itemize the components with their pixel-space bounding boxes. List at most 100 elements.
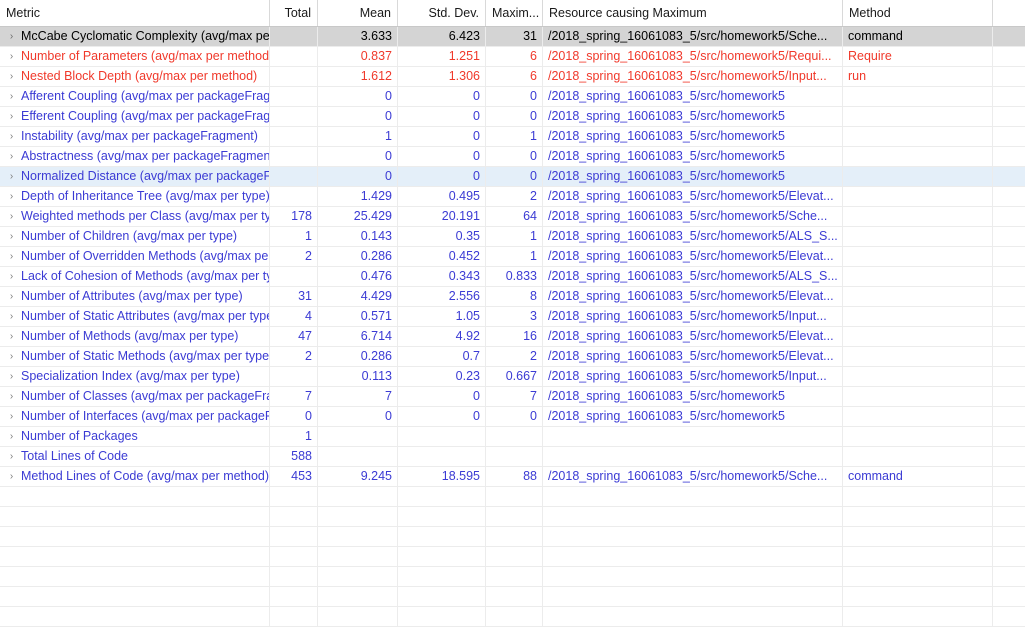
- table-row[interactable]: › Abstractness (avg/max per packageFragme…: [0, 147, 1025, 167]
- table-row-empty[interactable]: [0, 487, 1025, 507]
- cell-mean: 0.571: [318, 307, 398, 326]
- metric-name-cell: › Number of Methods (avg/max per type): [0, 327, 270, 346]
- table-row[interactable]: › Number of Classes (avg/max per packageF…: [0, 387, 1025, 407]
- table-row-empty[interactable]: [0, 507, 1025, 527]
- metric-label: Weighted methods per Class (avg/max per …: [21, 209, 270, 223]
- table-row[interactable]: › Efferent Coupling (avg/max per packageF…: [0, 107, 1025, 127]
- cell-method: [843, 267, 993, 286]
- chevron-right-icon[interactable]: ›: [5, 347, 18, 366]
- cell-max: 64: [486, 207, 543, 226]
- row-filler: [993, 607, 1025, 626]
- table-row-empty[interactable]: [0, 587, 1025, 607]
- table-row[interactable]: › Lack of Cohesion of Methods (avg/max pe…: [0, 267, 1025, 287]
- table-row[interactable]: › Number of Parameters (avg/max per metho…: [0, 47, 1025, 67]
- table-row-empty[interactable]: [0, 547, 1025, 567]
- column-header-method[interactable]: Method: [843, 0, 993, 26]
- cell-resource: /2018_spring_16061083_5/src/homework5/El…: [543, 247, 843, 266]
- metric-name-cell: › Number of Children (avg/max per type): [0, 227, 270, 246]
- cell-resource: /2018_spring_16061083_5/src/homework5: [543, 87, 843, 106]
- chevron-right-icon[interactable]: ›: [5, 407, 18, 426]
- table-row-empty[interactable]: [0, 607, 1025, 627]
- table-row[interactable]: › Specialization Index (avg/max per type)…: [0, 367, 1025, 387]
- metric-name-cell: › Number of Attributes (avg/max per type): [0, 287, 270, 306]
- row-filler: [993, 87, 1025, 106]
- column-header-total[interactable]: Total: [270, 0, 318, 26]
- chevron-right-icon[interactable]: ›: [5, 27, 18, 46]
- column-header-resource[interactable]: Resource causing Maximum: [543, 0, 843, 26]
- cell-resource: /2018_spring_16061083_5/src/homework5/El…: [543, 287, 843, 306]
- column-header-metric[interactable]: Metric: [0, 0, 270, 26]
- cell-empty: [486, 567, 543, 586]
- cell-method: [843, 327, 993, 346]
- chevron-right-icon[interactable]: ›: [5, 187, 18, 206]
- table-row[interactable]: › Number of Attributes (avg/max per type)…: [0, 287, 1025, 307]
- chevron-right-icon[interactable]: ›: [5, 147, 18, 166]
- table-row[interactable]: › Depth of Inheritance Tree (avg/max per …: [0, 187, 1025, 207]
- chevron-right-icon[interactable]: ›: [5, 307, 18, 326]
- table-row[interactable]: › Number of Packages 1: [0, 427, 1025, 447]
- cell-max: 0: [486, 107, 543, 126]
- cell-stddev: 0: [398, 167, 486, 186]
- chevron-right-icon[interactable]: ›: [5, 47, 18, 66]
- row-filler: [993, 247, 1025, 266]
- table-row[interactable]: › Number of Static Methods (avg/max per t…: [0, 347, 1025, 367]
- row-filler: [993, 427, 1025, 446]
- table-row-empty[interactable]: [0, 527, 1025, 547]
- cell-total: 2: [270, 247, 318, 266]
- cell-empty: [398, 587, 486, 606]
- table-row[interactable]: › Number of Overridden Methods (avg/max p…: [0, 247, 1025, 267]
- cell-resource: /2018_spring_16061083_5/src/homework5/Sc…: [543, 27, 843, 46]
- table-row[interactable]: › McCabe Cyclomatic Complexity (avg/max p…: [0, 27, 1025, 47]
- cell-mean: 0.476: [318, 267, 398, 286]
- table-row[interactable]: › Nested Block Depth (avg/max per method)…: [0, 67, 1025, 87]
- metric-name-cell: › Number of Classes (avg/max per packageF…: [0, 387, 270, 406]
- chevron-right-icon[interactable]: ›: [5, 287, 18, 306]
- table-row-empty[interactable]: [0, 567, 1025, 587]
- cell-mean: 0.113: [318, 367, 398, 386]
- metric-name-cell: › McCabe Cyclomatic Complexity (avg/max p…: [0, 27, 270, 46]
- chevron-right-icon[interactable]: ›: [5, 467, 18, 486]
- row-filler: [993, 567, 1025, 586]
- table-row[interactable]: › Number of Static Attributes (avg/max pe…: [0, 307, 1025, 327]
- row-filler: [993, 27, 1025, 46]
- chevron-right-icon[interactable]: ›: [5, 207, 18, 226]
- chevron-right-icon[interactable]: ›: [5, 327, 18, 346]
- cell-empty: [486, 587, 543, 606]
- cell-empty: [398, 507, 486, 526]
- chevron-right-icon[interactable]: ›: [5, 167, 18, 186]
- chevron-right-icon[interactable]: ›: [5, 447, 18, 466]
- cell-empty: [0, 547, 270, 566]
- cell-resource: /2018_spring_16061083_5/src/homework5: [543, 147, 843, 166]
- chevron-right-icon[interactable]: ›: [5, 107, 18, 126]
- cell-stddev: 0.452: [398, 247, 486, 266]
- table-row[interactable]: › Total Lines of Code 588: [0, 447, 1025, 467]
- cell-empty: [486, 487, 543, 506]
- column-header-stddev[interactable]: Std. Dev.: [398, 0, 486, 26]
- column-header-max[interactable]: Maxim...: [486, 0, 543, 26]
- cell-empty: [270, 607, 318, 626]
- table-row[interactable]: › Normalized Distance (avg/max per packag…: [0, 167, 1025, 187]
- chevron-right-icon[interactable]: ›: [5, 387, 18, 406]
- chevron-right-icon[interactable]: ›: [5, 367, 18, 386]
- column-header-mean[interactable]: Mean: [318, 0, 398, 26]
- cell-empty: [543, 567, 843, 586]
- table-row[interactable]: › Weighted methods per Class (avg/max per…: [0, 207, 1025, 227]
- chevron-right-icon[interactable]: ›: [5, 127, 18, 146]
- chevron-right-icon[interactable]: ›: [5, 67, 18, 86]
- cell-method: [843, 287, 993, 306]
- metric-label: Number of Overridden Methods (avg/max pe…: [21, 249, 269, 263]
- table-row[interactable]: › Number of Methods (avg/max per type) 47 6…: [0, 327, 1025, 347]
- chevron-right-icon[interactable]: ›: [5, 227, 18, 246]
- table-row[interactable]: › Number of Children (avg/max per type) 1 0…: [0, 227, 1025, 247]
- table-row[interactable]: › Number of Interfaces (avg/max per packa…: [0, 407, 1025, 427]
- cell-empty: [318, 607, 398, 626]
- chevron-right-icon[interactable]: ›: [5, 427, 18, 446]
- table-row[interactable]: › Instability (avg/max per packageFragmen…: [0, 127, 1025, 147]
- row-filler: [993, 67, 1025, 86]
- chevron-right-icon[interactable]: ›: [5, 247, 18, 266]
- table-row[interactable]: › Afferent Coupling (avg/max per packageF…: [0, 87, 1025, 107]
- cell-empty: [398, 547, 486, 566]
- chevron-right-icon[interactable]: ›: [5, 87, 18, 106]
- table-row[interactable]: › Method Lines of Code (avg/max per metho…: [0, 467, 1025, 487]
- chevron-right-icon[interactable]: ›: [5, 267, 18, 286]
